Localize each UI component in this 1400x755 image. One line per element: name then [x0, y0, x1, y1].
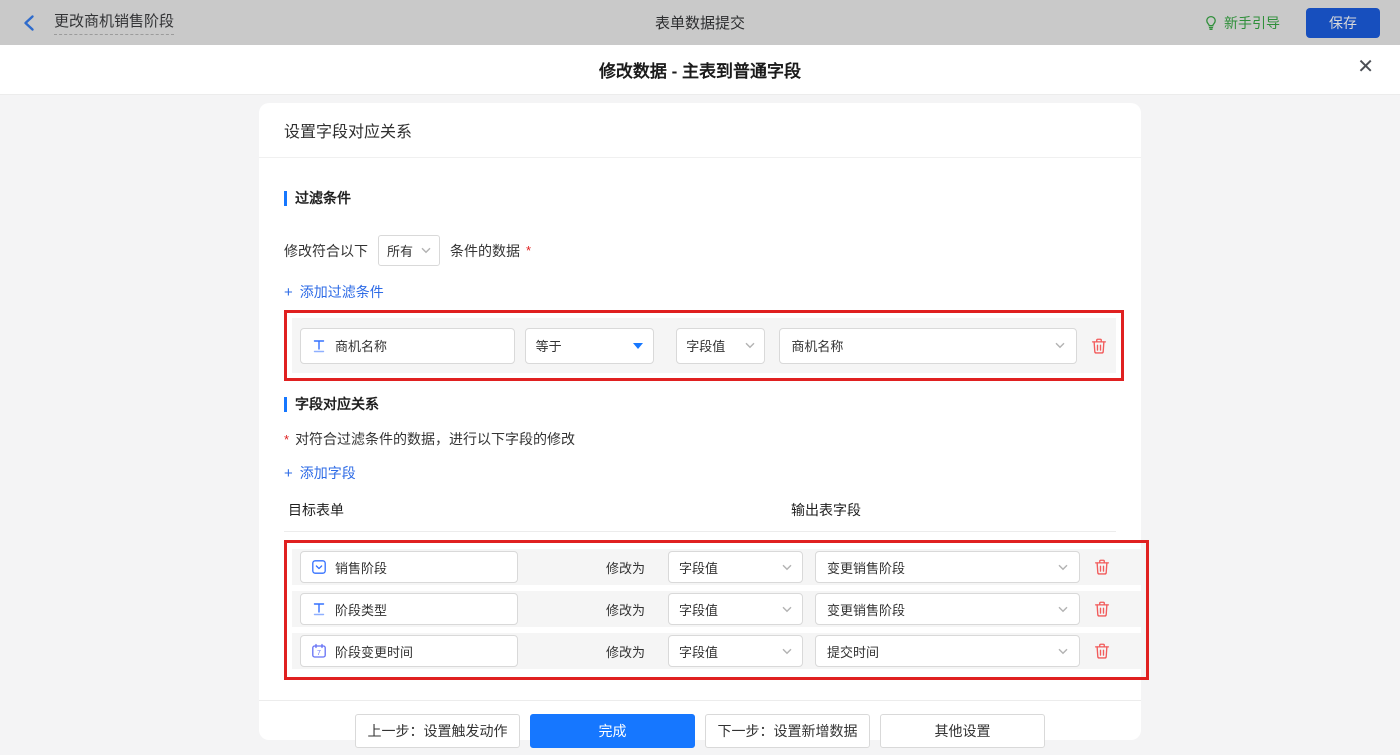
match-suffix-label: 条件的数据	[450, 242, 520, 259]
topbar: 更改商机销售阶段 表单数据提交 新手引导 保存	[0, 0, 1400, 45]
target-field-input[interactable]: 7 阶段变更时间	[300, 635, 518, 667]
dialog-header: 修改数据 - 主表到普通字段 ✕	[0, 45, 1400, 95]
close-icon[interactable]: ✕	[1357, 57, 1374, 77]
select-field-icon	[312, 560, 326, 574]
filter-field-value: 商机名称	[335, 339, 388, 354]
section-accent-bar	[284, 190, 287, 206]
chevron-down-icon	[782, 564, 792, 570]
chevron-down-icon	[745, 342, 755, 349]
date-field-icon: 7	[312, 643, 326, 658]
delete-filter-button[interactable]	[1090, 337, 1108, 355]
filter-match-line: 修改符合以下 所有 条件的数据 *	[284, 235, 1116, 266]
page-title: 表单数据提交	[654, 15, 745, 32]
delete-mapping-button[interactable]	[1093, 642, 1111, 660]
mapping-row: 7 阶段变更时间 修改为 字段值 提交时间	[292, 633, 1141, 669]
text-field-icon	[313, 603, 325, 616]
target-field-input[interactable]: 销售阶段	[300, 551, 518, 583]
svg-text:7: 7	[317, 650, 321, 657]
valuetype-select[interactable]: 字段值	[668, 635, 803, 667]
filter-operator-select[interactable]: 等于	[524, 327, 655, 364]
column-header-target: 目标表单	[288, 502, 344, 518]
chevron-down-icon	[782, 648, 792, 654]
back-icon[interactable]	[20, 13, 40, 33]
prev-step-button[interactable]: 上一步：设置触发动作	[355, 714, 520, 748]
mapping-row: 销售阶段 修改为 字段值 变更销售阶段	[292, 549, 1141, 585]
match-mode-select[interactable]: 所有	[378, 235, 440, 266]
lightbulb-icon	[1206, 15, 1216, 30]
settings-card: 设置字段对应关系 过滤条件 修改符合以下 所有 条件的数据 * + 添加过滤条件	[259, 103, 1149, 748]
mapping-section-title: 字段对应关系	[284, 394, 1116, 414]
target-field-value: 阶段变更时间	[335, 644, 414, 660]
mapping-row: 阶段类型 修改为 字段值 变更销售阶段	[292, 591, 1141, 627]
annotation-box-mapping: 销售阶段 修改为 字段值 变更销售阶段 阶段类型 修改为 字段值 变更销售阶段 …	[284, 540, 1149, 680]
modify-as-label: 修改为	[606, 644, 646, 660]
filter-valuetype-select[interactable]: 字段值	[676, 327, 766, 364]
filter-value-select[interactable]: 商机名称	[779, 327, 1077, 364]
trash-icon	[1094, 559, 1110, 575]
match-prefix-label: 修改符合以下	[284, 242, 368, 259]
mapping-table-head: 目标表单 输出表字段	[284, 500, 1116, 532]
chevron-down-icon	[1058, 648, 1068, 654]
next-step-button[interactable]: 下一步：设置新增数据	[705, 714, 870, 748]
delete-mapping-button[interactable]	[1093, 558, 1111, 576]
modify-as-label: 修改为	[606, 602, 646, 618]
text-field-icon	[313, 339, 325, 352]
beginner-guide-link[interactable]: 新手引导	[1203, 13, 1280, 33]
valuetype-select[interactable]: 字段值	[668, 551, 803, 583]
trash-icon	[1094, 643, 1110, 659]
target-field-value: 阶段类型	[335, 602, 388, 618]
caret-down-icon	[633, 342, 644, 349]
filter-section-title: 过滤条件	[284, 188, 1116, 208]
chevron-down-icon	[421, 247, 431, 254]
output-field-select[interactable]: 提交时间	[815, 635, 1080, 667]
annotation-box-filter: 商机名称 等于 字段值 商机名称	[284, 310, 1124, 381]
chevron-down-icon	[1055, 342, 1065, 349]
chevron-down-icon	[1058, 564, 1068, 570]
plus-icon: +	[284, 283, 293, 301]
card-title: 设置字段对应关系	[284, 124, 413, 141]
trash-icon	[1091, 338, 1107, 354]
chevron-down-icon	[782, 606, 792, 612]
dialog-title: 修改数据 - 主表到普通字段	[598, 62, 802, 81]
section-accent-bar	[284, 396, 287, 412]
required-asterisk: *	[526, 243, 532, 258]
add-filter-condition-link[interactable]: + 添加过滤条件	[284, 282, 384, 302]
target-field-value: 销售阶段	[335, 560, 388, 576]
trash-icon	[1094, 601, 1110, 617]
valuetype-select[interactable]: 字段值	[668, 593, 803, 625]
plus-icon: +	[284, 464, 293, 482]
card-header: 设置字段对应关系	[259, 103, 1141, 158]
column-header-output: 输出表字段	[791, 502, 861, 518]
filter-condition-row: 商机名称 等于 字段值 商机名称	[292, 318, 1116, 373]
target-field-input[interactable]: 阶段类型	[300, 593, 518, 625]
add-field-link[interactable]: + 添加字段	[284, 463, 356, 483]
save-button[interactable]: 保存	[1306, 7, 1380, 38]
beginner-guide-label: 新手引导	[1224, 14, 1280, 31]
delete-mapping-button[interactable]	[1093, 600, 1111, 618]
footer-buttons: 上一步：设置触发动作 完成 下一步：设置新增数据 其他设置	[259, 701, 1141, 748]
required-asterisk: *	[284, 431, 290, 447]
dialog-body: 设置字段对应关系 过滤条件 修改符合以下 所有 条件的数据 * + 添加过滤条件	[0, 103, 1400, 755]
filter-field-input[interactable]: 商机名称	[300, 327, 515, 364]
modify-as-label: 修改为	[606, 560, 646, 576]
chevron-down-icon	[1058, 606, 1068, 612]
mapping-description: * 对符合过滤条件的数据，进行以下字段的修改	[284, 431, 576, 447]
workflow-title[interactable]: 更改商机销售阶段	[54, 10, 175, 35]
output-field-select[interactable]: 变更销售阶段	[815, 551, 1080, 583]
done-button[interactable]: 完成	[530, 714, 695, 748]
output-field-select[interactable]: 变更销售阶段	[815, 593, 1080, 625]
other-settings-button[interactable]: 其他设置	[880, 714, 1045, 748]
